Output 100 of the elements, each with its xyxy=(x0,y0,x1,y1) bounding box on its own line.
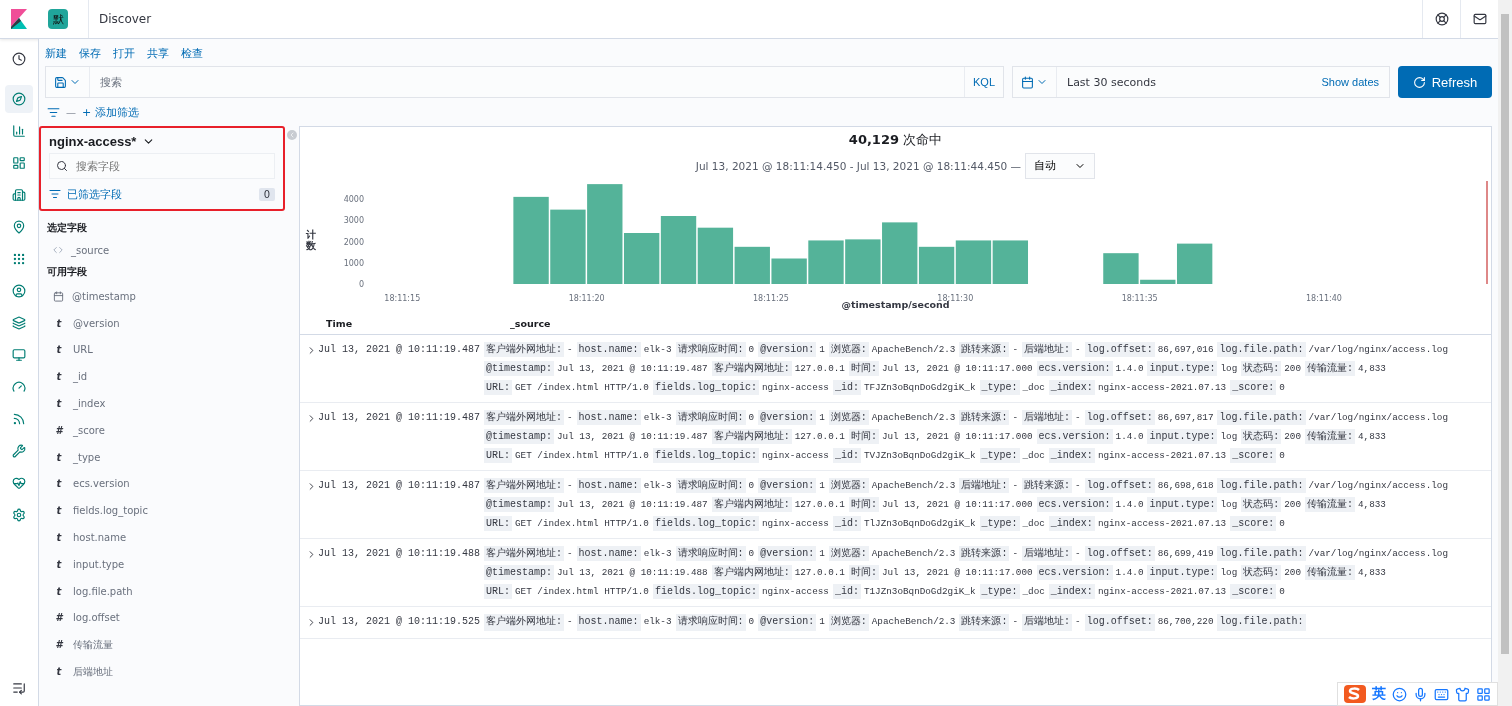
compass-icon[interactable] xyxy=(5,85,33,113)
grid-icon[interactable] xyxy=(1476,686,1491,702)
field-value: 4,833 xyxy=(1358,498,1386,512)
field-value: Jul 13, 2021 @ 10:11:19.487 xyxy=(557,498,708,512)
field-key: log.file.path: xyxy=(1217,546,1306,561)
field-value: nginx-access-2021.07.13 xyxy=(1097,517,1227,531)
field-name[interactable]: ecs.version xyxy=(73,478,130,490)
field-key: input.type: xyxy=(1147,497,1218,512)
field-name[interactable]: _id xyxy=(73,371,88,383)
histogram-bar[interactable] xyxy=(992,240,1028,284)
field-search[interactable]: 搜索字段 xyxy=(49,153,275,179)
field-value: TVJZn3oBqnDoGd2giK_k xyxy=(863,449,976,463)
filtered-fields-toggle[interactable]: 已筛选字段 xyxy=(67,186,253,202)
field-value: 4,833 xyxy=(1358,430,1386,444)
histogram-bar[interactable] xyxy=(882,222,918,284)
field-name[interactable]: 后端地址 xyxy=(73,664,113,679)
field-value: 1 xyxy=(819,479,825,493)
field-value: 1.4.0 xyxy=(1115,430,1144,444)
field-value: 127.0.0.1 xyxy=(794,362,845,376)
microphone-icon[interactable] xyxy=(1413,686,1428,702)
field-name[interactable]: _source xyxy=(71,244,110,256)
show-dates-link[interactable]: Show dates xyxy=(1311,76,1389,88)
refresh-button[interactable]: Refresh xyxy=(1398,66,1492,98)
field-name[interactable]: 传输流量 xyxy=(73,637,113,652)
field-value: log xyxy=(1220,498,1238,512)
field-name[interactable]: @timestamp xyxy=(72,290,136,302)
y-tick-label: 1000 xyxy=(343,258,364,268)
filter-icon[interactable] xyxy=(47,105,60,119)
histogram-bar[interactable] xyxy=(955,240,992,284)
field-name[interactable]: log.file.path xyxy=(73,585,133,597)
field-name[interactable]: @version xyxy=(73,317,120,329)
field-value: 0 xyxy=(1279,381,1285,395)
field-value: 0 xyxy=(1279,517,1285,531)
field-key: 客户端外网地址: xyxy=(484,614,564,631)
index-pattern-selector[interactable]: nginx-access* xyxy=(49,134,275,149)
field-type-icon: # xyxy=(53,424,65,436)
field-value: nginx-access-2021.07.13 xyxy=(1097,381,1227,395)
space-avatar[interactable]: 默 xyxy=(48,9,68,29)
field-name[interactable]: input.type xyxy=(73,558,125,570)
input-mode-toggle[interactable]: 英 xyxy=(1372,685,1386,703)
field-key: 后端地址: xyxy=(1022,614,1073,631)
histogram-bar[interactable] xyxy=(624,233,660,284)
field-key: 浏览器: xyxy=(828,478,869,493)
field-value: 1.4.0 xyxy=(1115,498,1144,512)
field-name[interactable]: _index xyxy=(73,398,106,410)
histogram-bar[interactable] xyxy=(1177,243,1213,284)
interval-select[interactable]: 自动 xyxy=(1025,153,1096,179)
field-value: GET /index.html HTTP/1.0 xyxy=(515,517,649,531)
search-field[interactable]: 搜索 xyxy=(90,67,964,97)
field-value: 1 xyxy=(819,547,825,561)
field-name[interactable]: URL xyxy=(73,344,93,356)
field-name[interactable]: _type xyxy=(73,451,101,463)
field-name[interactable]: _score xyxy=(73,424,105,436)
chevron-left-icon xyxy=(288,131,296,139)
field-value: /var/log/nginx/access.log xyxy=(1308,479,1448,493)
field-key: _id: xyxy=(832,584,861,599)
field-key: @version: xyxy=(758,478,817,493)
field-type-icon: t xyxy=(53,317,65,329)
x-tick-label: 18:11:20 xyxy=(568,294,605,303)
field-key: @version: xyxy=(758,410,817,425)
field-value: - xyxy=(567,547,573,561)
menu-link[interactable]: 共享 xyxy=(147,46,169,61)
menu-link[interactable]: 新建 xyxy=(45,46,67,61)
field-value: - xyxy=(1012,343,1019,357)
keyboard-icon[interactable] xyxy=(1434,686,1449,702)
field-value: Jul 13, 2021 @ 10:11:17.000 xyxy=(881,566,1033,580)
field-key: 请求响应时间: xyxy=(675,410,746,425)
field-key: _index: xyxy=(1048,516,1095,531)
menu-link[interactable]: 保存 xyxy=(79,46,101,61)
save-icon xyxy=(54,75,67,89)
field-value: elk-3 xyxy=(643,615,672,629)
add-filter-link[interactable]: + 添加筛选 xyxy=(82,104,139,120)
menu-link[interactable]: 打开 xyxy=(113,46,135,61)
histogram-bar[interactable] xyxy=(918,246,955,284)
menu-link[interactable]: 检查 xyxy=(181,46,203,61)
emoji-icon[interactable] xyxy=(1392,686,1407,702)
code-icon xyxy=(53,245,63,255)
scrollbar-thumb[interactable] xyxy=(1501,14,1509,654)
shirt-icon[interactable] xyxy=(1455,686,1470,702)
ime-logo-icon[interactable] xyxy=(1344,685,1366,703)
field-key: fields.log_topic: xyxy=(652,516,759,531)
field-key: 后端地址: xyxy=(1022,546,1073,561)
field-value: T1JZn3oBqnDoGd2giK_k xyxy=(863,585,976,599)
field-key: 后端地址: xyxy=(1022,410,1073,425)
field-key: 传输流量: xyxy=(1305,565,1355,580)
field-search-input[interactable]: 搜索字段 xyxy=(74,159,268,173)
histogram-bar[interactable] xyxy=(697,227,734,284)
histogram-bar[interactable] xyxy=(734,246,770,284)
lifebuoy-icon xyxy=(1434,12,1449,26)
language-button[interactable]: KQL xyxy=(964,67,1003,97)
field-name[interactable]: log.offset xyxy=(73,612,120,624)
histogram-bar[interactable] xyxy=(1140,279,1176,284)
query-bar[interactable]: 搜索 KQL xyxy=(45,66,1004,98)
field-key: _score: xyxy=(1230,584,1277,599)
histogram-bar[interactable] xyxy=(660,216,697,284)
field-name[interactable]: fields.log_topic xyxy=(73,505,148,517)
logo-icon[interactable] xyxy=(11,9,27,29)
field-name[interactable]: host.name xyxy=(73,532,127,544)
field-value: - xyxy=(1075,615,1081,629)
field-value: - xyxy=(1012,547,1019,561)
